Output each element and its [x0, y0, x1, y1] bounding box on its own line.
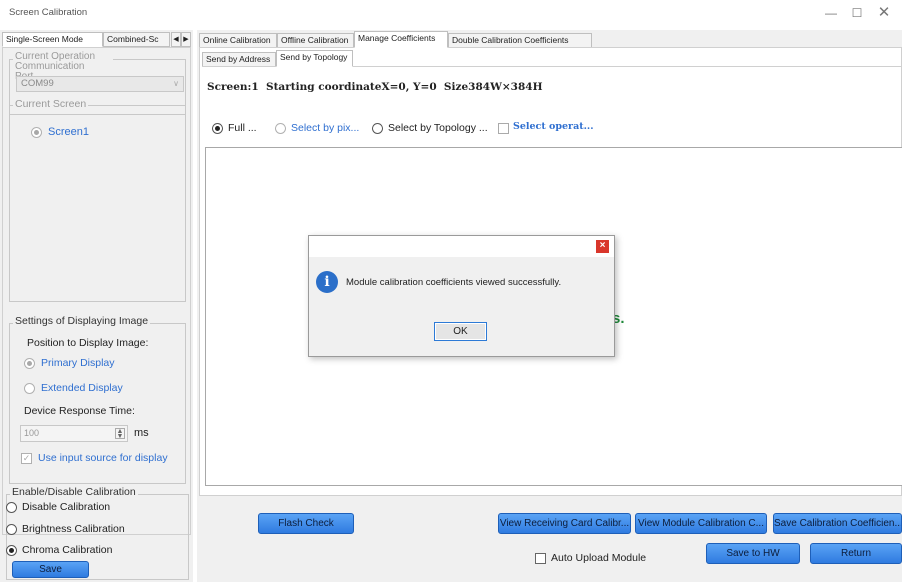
left-pane: Single-Screen Mode Combined-Sc ◀ ▶ Curre…	[0, 30, 193, 582]
screen1-label[interactable]: Screen1	[48, 126, 89, 138]
chevron-down-icon: ∨	[173, 79, 179, 88]
tab-content: Current Operation Communication Port COM…	[2, 47, 191, 535]
extended-display-label[interactable]: Extended Display	[41, 382, 123, 394]
tab-offline-calibration[interactable]: Offline Calibration	[277, 33, 354, 48]
tab-single-screen-mode[interactable]: Single-Screen Mode	[2, 32, 103, 47]
close-icon[interactable]: ✕	[870, 4, 898, 22]
screen1-radio[interactable]	[31, 127, 42, 138]
save-button[interactable]: Save	[12, 561, 89, 578]
disable-calibration-label[interactable]: Disable Calibration	[22, 501, 110, 513]
response-time-unit: ms	[134, 427, 149, 439]
tab-send-by-topology[interactable]: Send by Topology	[276, 50, 353, 67]
select-operation-checkbox[interactable]	[498, 123, 509, 134]
select-by-pixel-radio[interactable]	[275, 123, 286, 134]
tab-scroll-left-icon[interactable]: ◀	[171, 32, 181, 47]
save-calibration-coefficients-button[interactable]: Save Calibration Coefficien...	[773, 513, 902, 534]
position-label: Position to Display Image:	[27, 337, 149, 349]
response-time-input[interactable]: 100 ▲ ▼	[20, 425, 128, 442]
display-settings-legend: Settings of Displaying Image	[13, 315, 151, 327]
dialog-close-icon[interactable]: ×	[596, 240, 609, 253]
ok-button[interactable]: OK	[434, 322, 487, 341]
full-radio[interactable]	[212, 123, 223, 134]
auto-upload-label[interactable]: Auto Upload Module	[551, 552, 646, 564]
select-by-pixel-label[interactable]: Select by pix...	[291, 122, 359, 134]
tab-scroll-right-icon[interactable]: ▶	[181, 32, 191, 47]
chroma-calibration-label[interactable]: Chroma Calibration	[22, 544, 112, 556]
port-select-value: COM99	[21, 78, 54, 89]
dialog-title-bar	[309, 236, 614, 257]
tab-send-by-address[interactable]: Send by Address	[202, 52, 276, 67]
brightness-calibration-label[interactable]: Brightness Calibration	[22, 523, 125, 535]
extended-display-radio[interactable]	[24, 383, 35, 394]
disable-calibration-radio[interactable]	[6, 502, 17, 513]
primary-display-label[interactable]: Primary Display	[41, 357, 115, 369]
maximize-icon[interactable]: ☐	[843, 4, 871, 22]
tab-combined-screen[interactable]: Combined-Sc	[103, 32, 170, 47]
brightness-calibration-radio[interactable]	[6, 524, 17, 535]
auto-upload-checkbox[interactable]	[535, 553, 546, 564]
chroma-calibration-radio[interactable]	[6, 545, 17, 556]
save-to-hw-button[interactable]: Save to HW	[706, 543, 800, 564]
use-input-checkbox[interactable]: ✓	[21, 453, 32, 464]
return-button[interactable]: Return	[810, 543, 902, 564]
port-select: COM99 ∨	[16, 76, 184, 92]
dialog-message: Module calibration coefficients viewed s…	[346, 277, 562, 288]
info-icon: i	[316, 271, 338, 293]
stepper-icon[interactable]: ▲ ▼	[115, 428, 125, 440]
calibration-legend: Enable/Disable Calibration	[10, 486, 138, 498]
current-screen-legend: Current Screen	[13, 98, 89, 110]
full-label[interactable]: Full ...	[228, 122, 257, 134]
tab-manage-coefficients[interactable]: Manage Coefficients	[354, 31, 448, 48]
response-time-value: 100	[24, 428, 40, 438]
primary-display-radio[interactable]	[24, 358, 35, 369]
select-by-topology-label[interactable]: Select by Topology ...	[388, 122, 488, 134]
title-bar: Screen Calibration — ☐ ✕	[0, 0, 902, 26]
screen-info: Screen:1 Starting coordinateX=0, Y=0 Siz…	[207, 81, 543, 93]
view-receiving-card-button[interactable]: View Receiving Card Calibr...	[498, 513, 631, 534]
flash-check-button[interactable]: Flash Check	[258, 513, 354, 534]
minimize-icon[interactable]: —	[817, 4, 845, 22]
response-time-label: Device Response Time:	[24, 405, 135, 417]
message-dialog: × i Module calibration coefficients view…	[308, 235, 615, 357]
view-module-calibration-button[interactable]: View Module Calibration C...	[635, 513, 767, 534]
tab-online-calibration[interactable]: Online Calibration	[199, 33, 277, 48]
window-title: Screen Calibration	[9, 7, 88, 18]
use-input-label[interactable]: Use input source for display	[38, 452, 168, 464]
tab-double-calibration-coefficients[interactable]: Double Calibration Coefficients	[448, 33, 592, 48]
select-operation-label[interactable]: Select operat...	[513, 121, 594, 132]
select-by-topology-radio[interactable]	[372, 123, 383, 134]
